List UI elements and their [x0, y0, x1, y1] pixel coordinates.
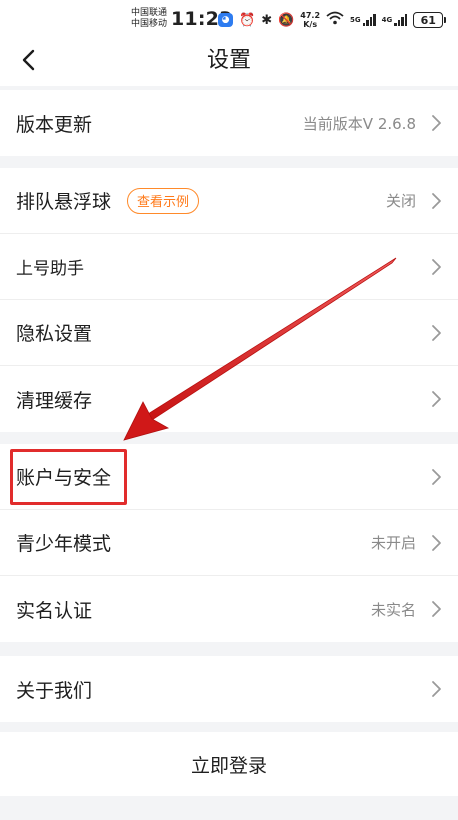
- chevron-right-icon: [432, 258, 441, 275]
- nav-bar: 设置: [0, 36, 458, 86]
- signal-icon-2: [394, 14, 408, 26]
- row-right: [430, 366, 442, 432]
- row-about-us[interactable]: 关于我们: [0, 656, 458, 722]
- chevron-right-icon: [432, 681, 441, 697]
- chevron-right-icon: [432, 601, 441, 617]
- status-bar: 中国联通 中国移动 11:23 ◕ ⏰ ✱ 🔕 47.2 K/s 5G 4G 6…: [0, 0, 458, 36]
- row-right: [430, 444, 442, 509]
- row-label: 账户与安全: [16, 467, 112, 489]
- row-label: 关于我们: [16, 679, 93, 702]
- row-label: 上号助手: [16, 259, 84, 279]
- battery-icon: 61: [413, 12, 447, 28]
- row-queue-ball[interactable]: 排队悬浮球 查看示例 关闭: [0, 168, 458, 234]
- row-right: 未实名: [371, 576, 442, 642]
- section-update: 版本更新 当前版本V 2.6.8: [0, 90, 458, 156]
- row-label: 排队悬浮球: [16, 191, 112, 213]
- row-clear-cache[interactable]: 清理缓存: [0, 366, 458, 432]
- row-label: 隐私设置: [16, 323, 93, 345]
- status-icons: ◕ ⏰ ✱ 🔕 47.2 K/s 5G 4G 61: [218, 9, 447, 31]
- carrier-2: 中国移动: [131, 19, 168, 29]
- section-about: 关于我们: [0, 656, 458, 722]
- row-label: 清理缓存: [16, 389, 93, 412]
- row-account-helper[interactable]: 上号助手: [0, 234, 458, 300]
- section-account: 账户与安全 青少年模式 未开启 实名认证 未实名: [0, 444, 458, 642]
- row-privacy-settings[interactable]: 隐私设置: [0, 300, 458, 366]
- row-right: [430, 234, 442, 299]
- carrier-names: 中国联通 中国移动: [131, 8, 167, 30]
- chevron-right-icon: [432, 391, 441, 407]
- row-label: 实名认证: [16, 599, 93, 622]
- wifi-icon: [326, 11, 344, 29]
- row-right: 当前版本V 2.6.8: [303, 90, 442, 156]
- page-title: 设置: [206, 48, 251, 73]
- row-label: 青少年模式: [16, 533, 112, 555]
- chevron-right-icon: [432, 468, 441, 485]
- row-right: [430, 656, 442, 722]
- login-button[interactable]: 立即登录: [0, 732, 458, 796]
- carrier-1: 中国联通: [131, 8, 168, 18]
- chevron-right-icon: [432, 324, 441, 341]
- app-notification-icon: ◕: [218, 13, 233, 27]
- row-teen-mode[interactable]: 青少年模式 未开启: [0, 510, 458, 576]
- row-right: [430, 300, 442, 365]
- network-speed: 47.2 K/s: [300, 11, 321, 29]
- mute-icon: 🔕: [278, 12, 295, 28]
- bluetooth-icon: ✱: [261, 12, 273, 28]
- teen-mode-status: 未开启: [370, 534, 416, 552]
- row-version-update[interactable]: 版本更新 当前版本V 2.6.8: [0, 90, 458, 156]
- row-label: 版本更新: [16, 113, 93, 136]
- chevron-right-icon: [432, 115, 441, 131]
- signal-icon-1: [362, 14, 376, 26]
- section-general: 排队悬浮球 查看示例 关闭 上号助手 隐私设置 清理缓存: [0, 168, 458, 432]
- row-right: 未开启: [371, 510, 442, 575]
- chevron-right-icon: [432, 192, 441, 209]
- chevron-right-icon: [432, 534, 441, 551]
- current-version: 当前版本V 2.6.8: [302, 114, 416, 133]
- view-example-button[interactable]: 查看示例: [127, 187, 200, 214]
- row-account-security[interactable]: 账户与安全: [0, 444, 458, 510]
- row-real-name[interactable]: 实名认证 未实名: [0, 576, 458, 642]
- network-type-2: 4G: [381, 16, 393, 24]
- row-right: 关闭: [386, 168, 442, 233]
- alarm-icon: ⏰: [239, 12, 256, 28]
- queue-ball-status: 关闭: [385, 192, 416, 210]
- network-type-1: 5G: [350, 16, 361, 24]
- real-name-status: 未实名: [370, 600, 416, 619]
